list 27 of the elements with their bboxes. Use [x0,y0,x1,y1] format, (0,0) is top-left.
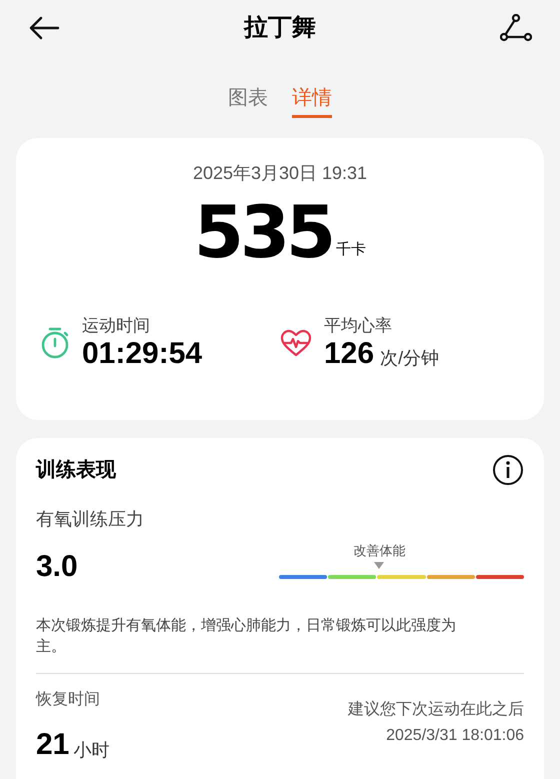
recovery-label: 恢复时间 [36,690,101,710]
page-title: 拉丁舞 [244,13,316,43]
stat-label: 运动时间 [82,315,151,337]
stat-unit: 次/分钟 [380,347,440,370]
back-arrow-icon[interactable] [28,16,60,40]
gauge-marker-label: 改善体能 [353,543,406,559]
stat-value: 126 [324,337,374,371]
stat-value: 01:29:54 [82,337,202,371]
tab[interactable]: 详情 [292,80,332,118]
heart-rate-icon [280,329,312,357]
recovery-until: 2025/3/31 18:01:06 [386,726,524,746]
workout-datetime: 2025年3月30日 19:31 [192,162,368,185]
recovery-value: 21 [36,728,70,762]
metric-description: 本次锻炼提升有氧体能，增强心肺能力，日常锻炼可以此强度为主。 [36,616,457,657]
gauge-pointer-icon [374,562,384,569]
section-title: 训练表现 [36,458,116,483]
info-icon[interactable] [492,454,524,486]
metric-label: 有氧训练压力 [36,508,145,531]
metric-value: 3.0 [36,549,78,585]
calories-unit: 千卡 [336,240,366,260]
route-icon[interactable] [500,14,532,42]
calories-value: 535 [194,193,332,271]
stat-label: 平均心率 [324,315,393,337]
recovery-unit: 小时 [73,739,110,762]
stopwatch-icon [40,327,70,359]
recovery-advice: 建议您下次运动在此之后 [348,700,524,720]
tab[interactable]: 图表 [228,80,268,118]
